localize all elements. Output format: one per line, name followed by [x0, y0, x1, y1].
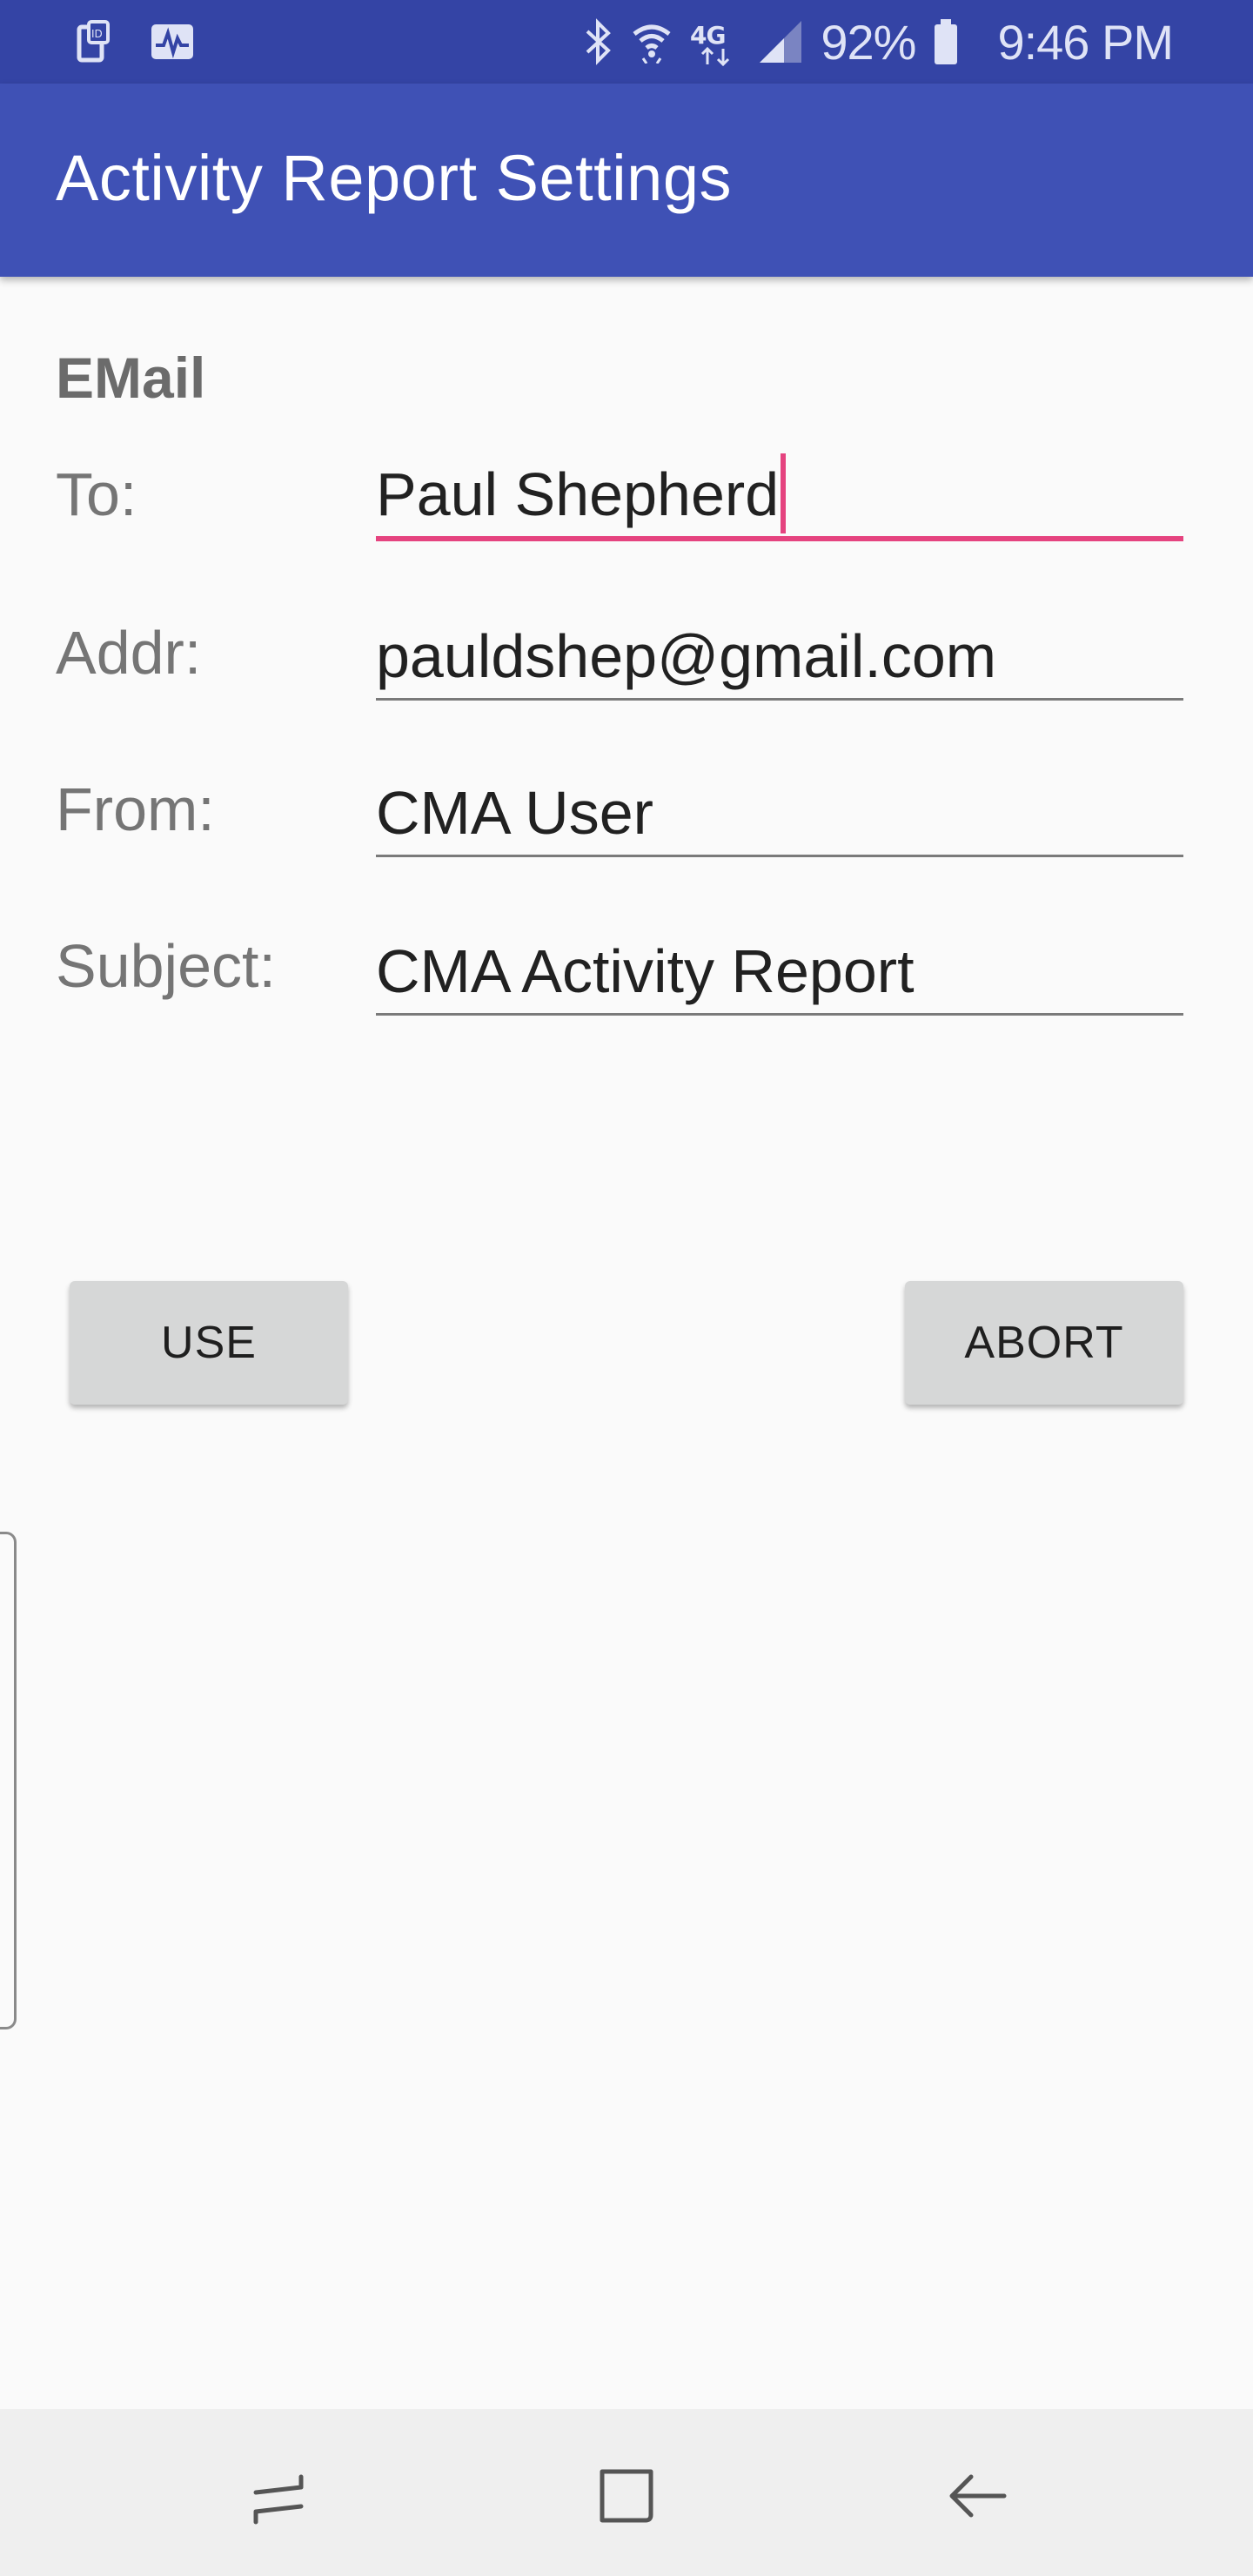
edge-panel-handle[interactable] [0, 1532, 17, 2029]
battery-icon [933, 17, 959, 66]
lte-label: 4G [690, 21, 725, 50]
home-icon [592, 2461, 661, 2535]
page-title: Activity Report Settings [56, 142, 732, 214]
screen: ID 4G 92% 9:46 PM Activity Report Settin… [0, 0, 1253, 2576]
from-field-value: CMA User [376, 779, 653, 847]
back-icon [943, 2461, 1013, 2535]
lte-icon: 4G [690, 17, 740, 66]
home-button[interactable] [583, 2454, 670, 2541]
navigation-bar [0, 2409, 1253, 2576]
status-indicators: 4G 92% 9:46 PM [584, 10, 1174, 73]
text-cursor [781, 453, 787, 533]
to-field[interactable]: Paul Shepherd [376, 453, 1183, 541]
wifi-icon [631, 20, 673, 64]
status-notifications: ID [77, 17, 195, 66]
to-field-value: Paul Shepherd [376, 460, 780, 528]
subject-label: Subject: [56, 932, 276, 1000]
section-title-email: EMail [56, 345, 206, 410]
abort-button[interactable]: ABORT [905, 1281, 1183, 1405]
to-label: To: [56, 460, 137, 528]
subject-field[interactable]: CMA Activity Report [376, 929, 1183, 1016]
from-label: From: [56, 775, 215, 843]
battery-percent: 92% [821, 14, 916, 70]
status-bar: ID 4G 92% 9:46 PM [0, 0, 1253, 84]
subject-field-value: CMA Activity Report [376, 937, 915, 1005]
back-button[interactable] [935, 2454, 1022, 2541]
activity-monitor-icon [150, 23, 195, 61]
bluetooth-icon [584, 17, 613, 66]
addr-label: Addr: [56, 619, 202, 687]
addr-field[interactable]: pauldshep@gmail.com [376, 614, 1183, 701]
clock: 9:46 PM [997, 14, 1174, 70]
recents-icon [244, 2461, 313, 2535]
id-card-icon: ID [77, 20, 111, 64]
from-field[interactable]: CMA User [376, 771, 1183, 857]
app-bar: Activity Report Settings [0, 84, 1253, 277]
recents-button[interactable] [235, 2454, 322, 2541]
use-button[interactable]: USE [70, 1281, 348, 1405]
addr-field-value: pauldshep@gmail.com [376, 622, 997, 690]
signal-icon [758, 19, 803, 64]
svg-text:ID: ID [91, 28, 103, 40]
